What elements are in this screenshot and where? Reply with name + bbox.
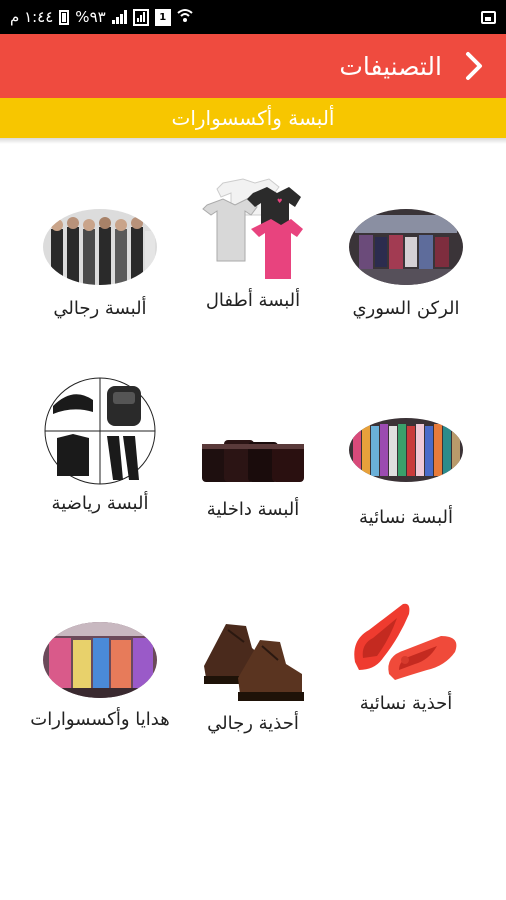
status-time: ١:٤٤ م [10,8,54,26]
category-kids-clothing[interactable]: ♥ ألبسة أطفال [178,175,328,313]
category-label: ألبسة رجالي [53,298,147,319]
category-label: ألبسة داخلية [206,499,300,520]
category-label: ألبسة أطفال [205,290,301,311]
category-header: ألبسة وأكسسوارات [0,98,506,138]
category-label: ألبسة رياضية [51,493,149,514]
app-bar: التصنيفات [0,34,506,98]
header-shadow [0,138,506,144]
category-womens-shoes[interactable]: أحذية نسائية [331,600,481,716]
category-image [349,600,463,684]
category-gifts-accessories[interactable]: هدايا وأكسسوارات [25,622,175,732]
category-label: الركن السوري [352,298,460,319]
category-image [196,620,310,704]
wifi-icon [177,7,193,27]
battery-percent: %٩٣ [75,8,106,26]
category-underwear[interactable]: ألبسة داخلية [178,432,328,522]
status-right [481,10,496,24]
page-title: التصنيفات [339,51,442,81]
svg-text:♥: ♥ [277,198,282,205]
battery-icon [59,9,70,25]
category-syrian-corner[interactable]: الركن السوري [331,209,481,321]
status-bar: ١:٤٤ م %٩٣ 1 [0,0,506,34]
category-womens-clothing[interactable]: ألبسة نسائية [331,418,481,530]
category-label: ألبسة نسائية [359,507,453,528]
category-image [43,622,157,698]
category-sportswear[interactable]: ألبسة رياضية [25,376,175,516]
category-image [349,209,463,285]
category-header-title: ألبسة وأكسسوارات [171,106,335,130]
sim-2-icon [132,8,149,26]
category-label: أحذية رجالي [207,713,299,734]
category-image [43,209,157,285]
category-label: هدايا وأكسسوارات [30,709,170,730]
category-mens-shoes[interactable]: أحذية رجالي [178,620,328,736]
chevron-right-icon[interactable] [464,51,484,81]
status-left: ١:٤٤ م %٩٣ 1 [10,7,193,27]
category-image: ♥ [193,175,313,285]
category-mens-clothing[interactable]: ألبسة رجالي [25,209,175,321]
photo-notification-icon [481,10,496,24]
sim-1-icon: 1 [154,8,171,26]
category-image [198,432,308,486]
signal-icon [111,10,127,24]
category-label: أحذية نسائية [359,693,453,714]
category-image [349,418,463,482]
category-image [43,376,157,486]
